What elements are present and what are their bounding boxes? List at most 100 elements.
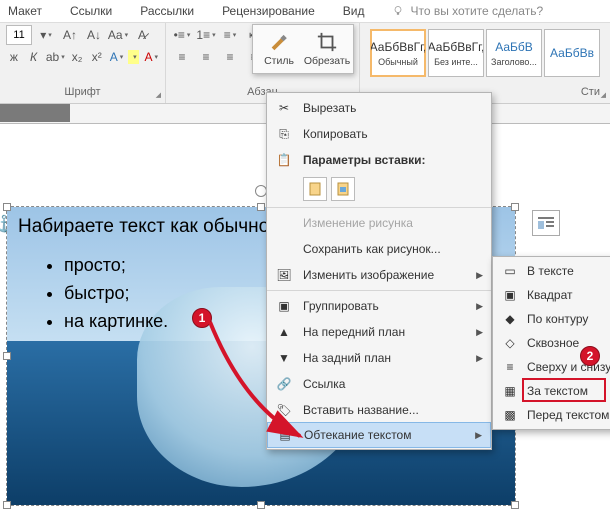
wrap-front-icon: ▩ [501, 406, 519, 424]
wrap-tb-icon: ≡ [501, 358, 519, 376]
ctx-copy[interactable]: ⎘Копировать [267, 121, 491, 147]
strike-icon[interactable]: ab [45, 47, 65, 67]
mini-toolbar: Стиль Обрезать [252, 24, 354, 74]
mini-style-label: Стиль [264, 55, 294, 67]
align-left-icon[interactable]: ≡ [172, 47, 192, 67]
wrap-front[interactable]: ▩Перед текстом [493, 403, 610, 427]
ctx-group[interactable]: ▣Группировать▶ [267, 293, 491, 319]
ctx-bring-front[interactable]: ▲На передний план▶ [267, 319, 491, 345]
wrap-tight[interactable]: ◆По контуру [493, 307, 610, 331]
bold-icon[interactable]: ж [6, 47, 22, 67]
group-font-label[interactable]: Шрифт [6, 83, 159, 103]
wrap-tight-icon: ◆ [501, 310, 519, 328]
wrap-through-icon: ◇ [501, 334, 519, 352]
paste-icon: 📋 [275, 151, 293, 169]
font-size-input[interactable] [6, 25, 32, 45]
crop-icon [316, 31, 338, 53]
clear-format-icon[interactable]: A̷ [132, 25, 152, 45]
ctx-edit-pic[interactable]: 🖼Изменить изображение▶ [267, 262, 491, 288]
handle-t[interactable] [257, 203, 265, 211]
tab-layout[interactable]: Макет [8, 4, 42, 18]
ribbon-tabs: Макет Ссылки Рассылки Рецензирование Вид… [0, 0, 610, 22]
annotation-badge-2: 2 [580, 346, 600, 366]
front-icon: ▲ [275, 323, 293, 341]
grow-font-icon[interactable]: A↑ [60, 25, 80, 45]
ctx-cut[interactable]: ✂Вырезать [267, 95, 491, 121]
copy-icon: ⎘ [275, 125, 293, 143]
handle-tl[interactable] [3, 203, 11, 211]
lightbulb-icon [392, 5, 404, 17]
ruler-margin [0, 104, 70, 122]
wrap-submenu: ▭В тексте ▣Квадрат ◆По контуру ◇Сквозное… [492, 256, 610, 430]
style-brush-icon [268, 31, 290, 53]
caption-icon: 🏷 [275, 401, 293, 419]
ctx-send-back[interactable]: ▼На задний план▶ [267, 345, 491, 371]
align-right-icon[interactable]: ≡ [220, 47, 240, 67]
sub-icon[interactable]: x₂ [69, 47, 85, 67]
change-case-icon[interactable]: Aa [108, 25, 128, 45]
handle-l[interactable] [3, 352, 11, 360]
ctx-caption[interactable]: 🏷Вставить название... [267, 397, 491, 423]
bullet-3: на картинке. [64, 308, 274, 336]
tell-me[interactable]: Что вы хотите сделать? [392, 4, 543, 18]
paste-opt-2[interactable] [331, 177, 355, 201]
group-icon: ▣ [275, 297, 293, 315]
ctx-wrap-text[interactable]: ▤Обтекание текстом▶ [267, 422, 491, 448]
edit-pic-icon: 🖼 [275, 266, 293, 284]
wrap-icon: ▤ [276, 426, 294, 444]
context-menu: ✂Вырезать ⎘Копировать 📋Параметры вставки… [266, 92, 492, 450]
doc-heading: Набираете текст как обычно. [18, 216, 274, 238]
group-styles: АаБбВвГг,Обычный АаБбВвГг,Без инте... Аа… [360, 23, 610, 103]
mini-style[interactable]: Стиль [257, 29, 301, 69]
handle-bl[interactable] [3, 501, 11, 509]
chevron-right-icon: ▶ [476, 270, 483, 281]
wrap-square[interactable]: ▣Квадрат [493, 283, 610, 307]
font-size-dropdown[interactable]: ▾ [36, 25, 56, 45]
wrap-behind-icon: ▦ [501, 382, 519, 400]
style-heading2[interactable]: АаБбВв [544, 29, 600, 77]
style-normal[interactable]: АаБбВвГг,Обычный [370, 29, 426, 77]
layout-options-icon [537, 215, 555, 231]
bullets-icon[interactable]: •≡ [172, 25, 192, 45]
style-heading1[interactable]: АаБбВЗаголово... [486, 29, 542, 77]
tell-me-label: Что вы хотите сделать? [410, 4, 543, 18]
ctx-save-pic[interactable]: Сохранить как рисунок... [267, 236, 491, 262]
wrap-inline-icon: ▭ [501, 262, 519, 280]
mini-crop[interactable]: Обрезать [305, 29, 349, 69]
cut-icon: ✂ [275, 99, 293, 117]
style-nospacing[interactable]: АаБбВвГг,Без инте... [428, 29, 484, 77]
handle-b[interactable] [257, 501, 265, 509]
layout-options-button[interactable] [532, 210, 560, 236]
handle-br[interactable] [511, 501, 519, 509]
wrap-inline[interactable]: ▭В тексте [493, 259, 610, 283]
highlight-icon[interactable] [128, 50, 139, 64]
tab-links[interactable]: Ссылки [70, 4, 112, 18]
mini-crop-label: Обрезать [304, 55, 350, 67]
group-font: ▾ A↑ A↓ Aa A̷ ж К ab x₂ x² A A Шрифт [0, 23, 166, 103]
tab-view[interactable]: Вид [343, 4, 365, 18]
handle-tr[interactable] [511, 203, 519, 211]
link-icon: 🔗 [275, 375, 293, 393]
tab-mailings[interactable]: Рассылки [140, 4, 194, 18]
document-text[interactable]: Набираете текст как обычно. просто; быст… [18, 216, 274, 336]
bullet-2: быстро; [64, 280, 274, 308]
ctx-change-pic: Изменение рисунка [267, 210, 491, 236]
bullet-1: просто; [64, 252, 274, 280]
shrink-font-icon[interactable]: A↓ [84, 25, 104, 45]
sup-icon[interactable]: x² [89, 47, 105, 67]
wrap-behind[interactable]: ▦За текстом [493, 379, 610, 403]
multilevel-icon[interactable]: ≡ [220, 25, 240, 45]
clipboard-icon [307, 181, 323, 197]
align-center-icon[interactable]: ≡ [196, 47, 216, 67]
text-effects-icon[interactable]: A [109, 47, 125, 67]
back-icon: ▼ [275, 349, 293, 367]
annotation-badge-1: 1 [192, 308, 212, 328]
tab-review[interactable]: Рецензирование [222, 4, 315, 18]
italic-icon[interactable]: К [26, 47, 42, 67]
ctx-link[interactable]: 🔗Ссылка [267, 371, 491, 397]
paste-options [303, 173, 491, 205]
clipboard-pic-icon [335, 181, 351, 197]
paste-opt-1[interactable] [303, 177, 327, 201]
numbering-icon[interactable]: 1≡ [196, 25, 216, 45]
font-color-icon[interactable]: A [143, 47, 159, 67]
